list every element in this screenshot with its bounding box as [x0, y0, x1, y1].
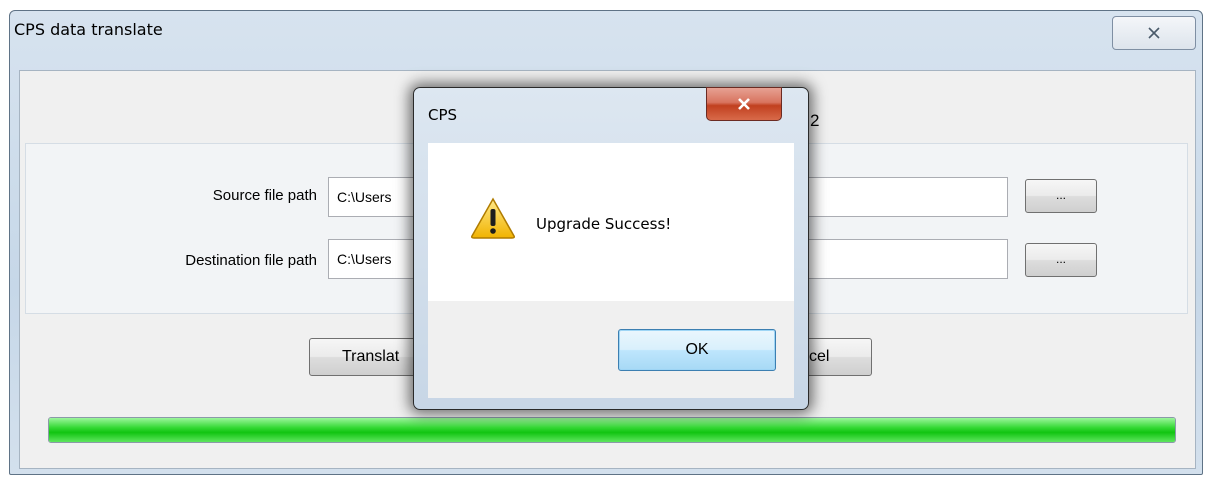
close-icon	[1148, 27, 1160, 39]
translate-button[interactable]: Translat	[309, 338, 429, 376]
dialog-title: CPS	[428, 106, 458, 124]
dialog-footer: OK	[428, 301, 794, 398]
dialog-close-button[interactable]	[706, 87, 782, 121]
window-title: CPS data translate	[14, 20, 163, 39]
close-icon	[738, 98, 750, 110]
warning-icon	[471, 197, 515, 239]
message-dialog: CPS Upgrade Success! OK	[413, 87, 809, 410]
source-path-label: Source file path	[212, 187, 317, 204]
destination-browse-button[interactable]: ...	[1025, 243, 1097, 277]
dialog-body: Upgrade Success!	[428, 143, 794, 301]
destination-path-label: Destination file path	[185, 252, 317, 269]
source-browse-button[interactable]: ...	[1025, 179, 1097, 213]
window-close-button[interactable]	[1112, 16, 1196, 50]
version-label: 2	[810, 111, 820, 130]
dialog-message: Upgrade Success!	[536, 215, 672, 233]
ok-button[interactable]: OK	[618, 329, 776, 371]
progress-fill	[49, 418, 1175, 442]
progress-bar	[48, 417, 1176, 443]
